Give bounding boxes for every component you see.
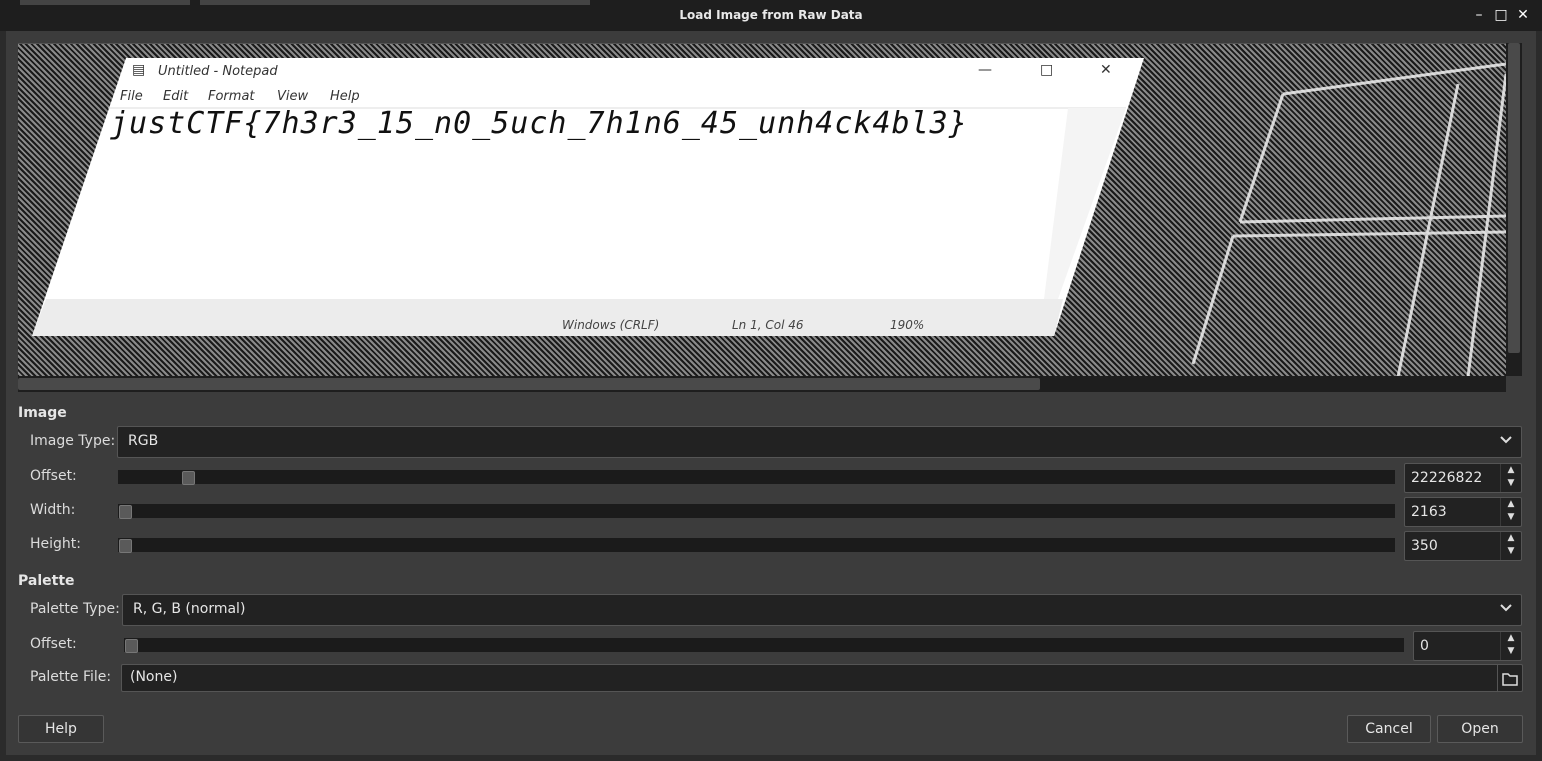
palette-offset-slider[interactable] <box>124 638 1404 653</box>
close-icon[interactable]: ✕ <box>1514 6 1532 24</box>
spin-arrows-icon[interactable]: ▲ ▼ <box>1500 532 1521 560</box>
palette-type-value: R, G, B (normal) <box>133 601 246 617</box>
open-button[interactable]: Open <box>1437 715 1523 743</box>
help-button[interactable]: Help <box>18 715 104 743</box>
palette-file-chooser[interactable]: (None) <box>121 664 1523 692</box>
image-preview: ▤ Untitled - Notepad — □ ✕ File Edit For… <box>18 43 1506 377</box>
palette-offset-label: Offset: <box>30 636 77 652</box>
notepad-menu-file: File <box>120 89 143 104</box>
image-height-slider[interactable] <box>118 538 1395 553</box>
notepad-maximize-icon: □ <box>1040 62 1054 78</box>
slider-handle[interactable] <box>182 471 195 485</box>
folder-open-icon[interactable] <box>1497 665 1522 691</box>
title-bar: Load Image from Raw Data – □ ✕ <box>0 0 1542 31</box>
background-window-tab <box>20 0 190 5</box>
palette-offset-spinbox[interactable]: 0 ▲ ▼ <box>1413 631 1522 661</box>
preview-vertical-scrollbar[interactable] <box>1506 43 1522 376</box>
spin-arrows-icon[interactable]: ▲ ▼ <box>1500 632 1521 660</box>
notepad-minimize-icon: — <box>978 62 992 78</box>
notepad-status-zoom: 190% <box>890 318 925 332</box>
scrollbar-thumb[interactable] <box>1508 43 1520 353</box>
image-type-label: Image Type: <box>30 433 116 449</box>
image-height-label: Height: <box>30 536 81 552</box>
chevron-down-icon <box>1500 436 1512 444</box>
image-offset-label: Offset: <box>30 468 77 484</box>
palette-type-select[interactable]: R, G, B (normal) <box>122 594 1522 626</box>
slider-handle[interactable] <box>119 539 132 553</box>
image-offset-spinbox[interactable]: 22226822 ▲ ▼ <box>1404 463 1522 493</box>
notepad-status-position: Ln 1, Col 46 <box>732 318 804 332</box>
image-height-value: 350 <box>1411 538 1438 554</box>
palette-file-label: Palette File: <box>30 669 112 685</box>
chevron-down-icon <box>1500 604 1512 612</box>
palette-type-label: Palette Type: <box>30 601 120 617</box>
minimize-icon[interactable]: – <box>1470 6 1488 24</box>
spin-arrows-icon[interactable]: ▲ ▼ <box>1500 498 1521 526</box>
image-offset-slider[interactable] <box>118 470 1395 485</box>
palette-file-value: (None) <box>130 669 178 685</box>
window-title: Load Image from Raw Data <box>679 8 863 22</box>
cancel-button[interactable]: Cancel <box>1347 715 1431 743</box>
image-type-select[interactable]: RGB <box>117 426 1522 458</box>
preview-horizontal-scrollbar[interactable] <box>18 376 1506 392</box>
image-section-heading: Image <box>18 405 67 421</box>
scrollbar-thumb[interactable] <box>18 378 1040 390</box>
image-width-label: Width: <box>30 502 76 518</box>
palette-offset-value: 0 <box>1420 638 1429 654</box>
slider-handle[interactable] <box>125 639 138 653</box>
notepad-menu-view: View <box>277 89 309 104</box>
palette-section-heading: Palette <box>18 573 75 589</box>
notepad-text: justCTF{7h3r3_15_n0_5uch_7h1n6_45_unh4ck… <box>110 106 968 141</box>
spin-arrows-icon[interactable]: ▲ ▼ <box>1500 464 1521 492</box>
image-width-spinbox[interactable]: 2163 ▲ ▼ <box>1404 497 1522 527</box>
image-type-value: RGB <box>128 433 159 449</box>
notepad-menu-edit: Edit <box>163 89 189 104</box>
notepad-close-icon: ✕ <box>1100 62 1112 78</box>
maximize-icon[interactable]: □ <box>1492 6 1510 24</box>
image-width-value: 2163 <box>1411 504 1447 520</box>
slider-handle[interactable] <box>119 505 132 519</box>
notepad-title: Untitled - Notepad <box>158 64 278 79</box>
notepad-app-icon: ▤ <box>132 62 146 78</box>
image-height-spinbox[interactable]: 350 ▲ ▼ <box>1404 531 1522 561</box>
notepad-menu-help: Help <box>330 89 360 104</box>
image-offset-value: 22226822 <box>1411 470 1483 486</box>
image-width-slider[interactable] <box>118 504 1395 519</box>
notepad-menu-format: Format <box>208 89 255 104</box>
background-window-tab <box>200 0 590 5</box>
notepad-status-eol: Windows (CRLF) <box>562 318 660 332</box>
